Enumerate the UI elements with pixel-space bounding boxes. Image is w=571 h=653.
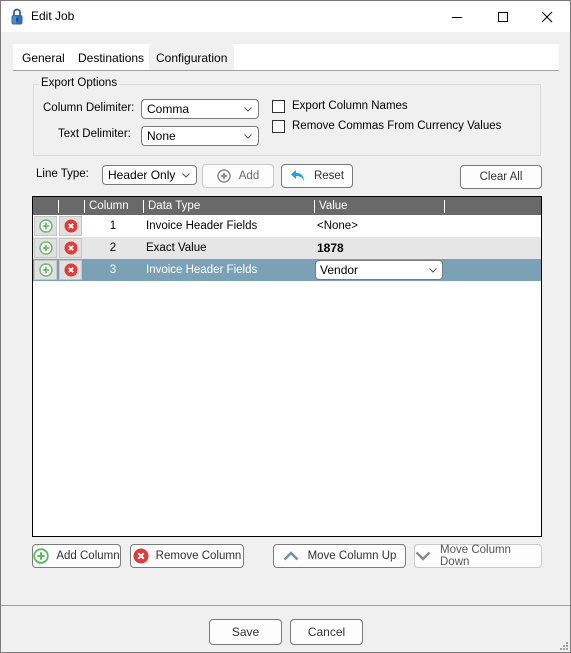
grid-row[interactable]: 2 Exact Value 1878: [33, 237, 541, 259]
move-column-down-label: Move Column Down: [440, 544, 511, 568]
cell-value: Vendor: [320, 263, 359, 277]
tab-configuration[interactable]: Configuration: [149, 44, 235, 70]
row-add-button[interactable]: [34, 260, 57, 280]
remove-column-button[interactable]: Remove Column: [130, 544, 244, 568]
remove-column-label: Remove Column: [155, 550, 242, 562]
remove-circle-icon: [64, 241, 77, 255]
text-delimiter-label: Text Delimiter:: [58, 128, 131, 140]
clear-all-label: Clear All: [479, 171, 523, 183]
window-title: Edit Job: [31, 9, 75, 23]
export-column-names-label[interactable]: Export Column Names: [292, 100, 408, 112]
save-button[interactable]: Save: [209, 619, 282, 645]
close-icon: [541, 11, 553, 22]
chevron-down-icon: [415, 551, 431, 561]
header-separator: [58, 200, 59, 213]
remove-commas-checkbox[interactable]: [272, 120, 285, 133]
tab-general[interactable]: General: [15, 44, 72, 70]
plus-circle-icon: [217, 169, 231, 183]
line-type-label: Line Type:: [36, 168, 89, 180]
add-column-label: Add Column: [56, 550, 120, 562]
save-label: Save: [231, 625, 260, 639]
add-column-button[interactable]: Add Column: [32, 544, 121, 568]
text-delimiter-value: None: [147, 129, 176, 143]
resize-grip-icon[interactable]: [558, 640, 568, 650]
chevron-down-icon: [243, 100, 253, 118]
export-options-title: Export Options: [39, 77, 120, 89]
line-type-select[interactable]: Header Only: [102, 165, 197, 185]
plus-circle-icon: [38, 241, 53, 255]
grid-header: Column Data Type Value: [33, 197, 541, 215]
grid-row-selected[interactable]: 3 Invoice Header Fields Vendor: [33, 259, 541, 281]
export-column-names-checkbox[interactable]: [272, 100, 285, 113]
columns-grid: Column Data Type Value 1 Invoice Header …: [32, 196, 542, 537]
cancel-label: Cancel: [307, 625, 346, 639]
column-delimiter-value: Comma: [147, 102, 190, 116]
plus-circle-icon: [38, 263, 53, 277]
reset-button[interactable]: Reset: [281, 164, 353, 188]
column-delimiter-label: Column Delimiter:: [43, 102, 135, 114]
header-data-type[interactable]: Data Type: [143, 197, 200, 215]
chevron-down-icon: [243, 127, 253, 145]
minimize-button[interactable]: [434, 1, 480, 32]
move-column-up-button[interactable]: Move Column Up: [273, 544, 406, 568]
cancel-button[interactable]: Cancel: [290, 619, 363, 645]
grid-row[interactable]: 1 Invoice Header Fields <None>: [33, 215, 541, 237]
chevron-up-icon: [283, 551, 299, 561]
cell-column: 1: [109, 220, 117, 232]
row-delete-button[interactable]: [59, 260, 82, 280]
cell-column: 3: [109, 264, 117, 276]
line-type-value: Header Only: [108, 168, 176, 182]
row-delete-button[interactable]: [59, 238, 82, 258]
header-separator: [444, 200, 445, 213]
add-line-label: Add: [238, 170, 260, 182]
cell-value-select[interactable]: Vendor: [315, 260, 443, 280]
remove-circle-icon: [64, 219, 77, 233]
add-line-button[interactable]: Add: [202, 164, 274, 188]
clear-all-button[interactable]: Clear All: [460, 165, 542, 189]
text-delimiter-select[interactable]: None: [141, 126, 259, 146]
row-add-button[interactable]: [34, 238, 57, 258]
chevron-down-icon: [428, 261, 438, 279]
remove-circle-icon: [133, 548, 149, 564]
header-column[interactable]: Column: [84, 197, 129, 215]
remove-commas-label[interactable]: Remove Commas From Currency Values: [292, 120, 501, 132]
cell-data-type[interactable]: Invoice Header Fields: [146, 215, 257, 237]
tab-strip: General Destinations Configuration: [13, 44, 559, 71]
tab-destinations[interactable]: Destinations: [71, 44, 151, 70]
cell-column: 2: [109, 242, 117, 254]
maximize-icon: [498, 11, 508, 22]
reset-label: Reset: [313, 170, 345, 182]
column-delimiter-select[interactable]: Comma: [141, 99, 259, 119]
edit-job-window: Edit Job General Destinations Configurat…: [0, 0, 571, 653]
cell-value[interactable]: <None>: [317, 215, 358, 237]
move-column-down-button[interactable]: Move Column Down: [414, 544, 542, 568]
minimize-icon: [452, 16, 462, 18]
plus-circle-icon: [33, 548, 50, 564]
lock-icon: [11, 8, 23, 25]
move-column-up-label: Move Column Up: [307, 550, 397, 562]
remove-circle-icon: [64, 263, 77, 277]
row-delete-button[interactable]: [59, 216, 82, 236]
title-bar[interactable]: Edit Job: [1, 1, 570, 32]
cell-data-type[interactable]: Invoice Header Fields: [146, 259, 257, 281]
undo-arrow-icon: [290, 169, 306, 183]
row-add-button[interactable]: [34, 216, 57, 236]
cell-value[interactable]: 1878: [317, 237, 344, 259]
maximize-button[interactable]: [480, 1, 526, 32]
footer-separator: [1, 605, 570, 606]
close-button[interactable]: [524, 1, 570, 32]
chevron-down-icon: [181, 166, 191, 184]
header-value[interactable]: Value: [314, 197, 348, 215]
plus-circle-icon: [38, 219, 53, 233]
cell-data-type[interactable]: Exact Value: [146, 237, 207, 259]
